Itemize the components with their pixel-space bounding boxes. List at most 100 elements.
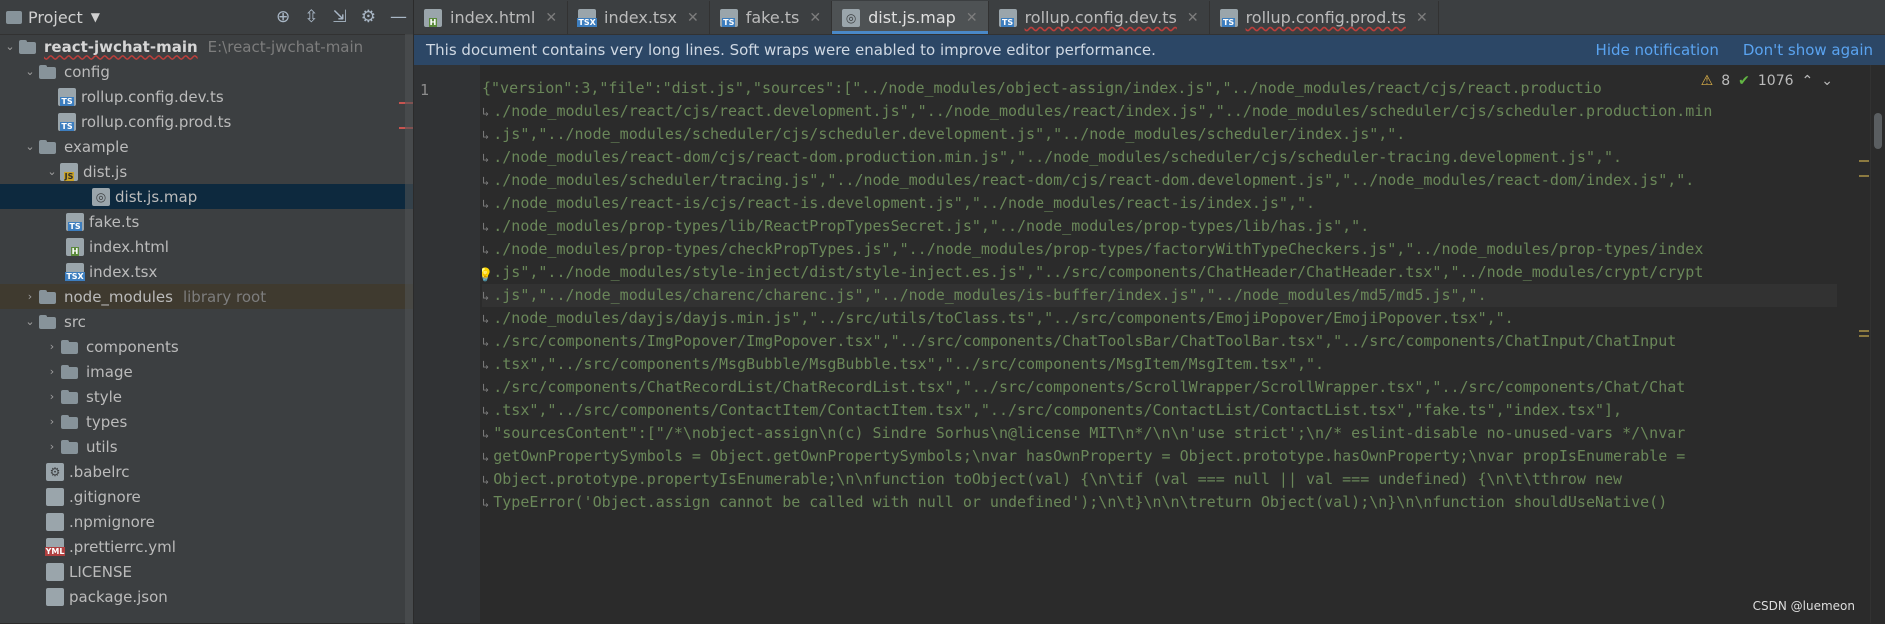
json-file-icon [46,587,64,606]
hide-notification-link[interactable]: Hide notification [1596,41,1719,59]
project-title[interactable]: Project [28,8,83,27]
tree-item-rollup-dev[interactable]: TS rollup.config.dev.ts [0,84,413,109]
tree-item-label: dist.js.map [115,187,198,206]
chevron-down-icon[interactable]: ⌄ [44,165,60,178]
tree-item-dist-js-map[interactable]: ◎ dist.js.map [0,184,413,209]
tab-index-tsx[interactable]: TSX index.tsx ✕ [568,1,710,34]
close-icon[interactable]: ✕ [1187,10,1199,26]
tree-root[interactable]: ⌄ react-jwchat-main E:\react-jwchat-main [0,34,413,59]
code-line[interactable]: ↳ 💡 .js","../node_modules/style-inject/dis… [482,261,1837,284]
tree-item-gitignore[interactable]: .gitignore [0,484,413,509]
code-line[interactable]: ↳ ./src/components/ChatRecordList/ChatRec… [482,376,1837,399]
collapse-all-icon[interactable]: ⇲ [333,7,347,27]
close-icon[interactable]: ✕ [1416,10,1428,26]
soft-wrap-icon: ↳ [482,358,490,372]
chevron-down-icon[interactable]: ⌄ [22,315,38,328]
tab-label: fake.ts [745,8,800,27]
chevron-down-icon[interactable]: ▼ [91,10,100,24]
soft-wrap-icon: ↳ [482,151,490,165]
tree-item-image[interactable]: › image [0,359,413,384]
chevron-down-icon[interactable]: ⌄ [2,40,18,53]
tab-index-html[interactable]: H index.html ✕ [414,1,569,34]
lightbulb-icon[interactable]: 💡 [482,264,493,284]
code-view[interactable]: 1 {"version":3,"file":"dist.js","sources… [414,65,1885,623]
code-line[interactable]: ↳ .js","../node_modules/charenc/charenc.j… [482,284,1837,307]
chevron-right-icon[interactable]: › [22,290,38,303]
close-icon[interactable]: ✕ [966,10,978,26]
tree-item-dist-js[interactable]: ⌄ JS dist.js [0,159,413,184]
error-stripe-mark[interactable] [1859,330,1869,332]
tree-item-example[interactable]: ⌄ example [0,134,413,159]
tree-item-types[interactable]: › types [0,409,413,434]
editor-scrollbar[interactable] [1870,65,1885,623]
code-line[interactable]: ↳ .js","../node_modules/scheduler/cjs/sch… [482,123,1837,146]
chevron-down-icon[interactable]: ⌄ [22,65,38,78]
tree-item-fake-ts[interactable]: TS fake.ts [0,209,413,234]
code-line[interactable]: ↳ Object.prototype.propertyIsEnumerable;\… [482,468,1837,491]
chevron-up-icon[interactable]: ⌃ [1802,73,1814,89]
tree-item-prettierrc[interactable]: YML .prettierrc.yml [0,534,413,559]
folder-icon [38,314,58,329]
error-stripe-mark[interactable] [1859,175,1869,177]
tree-item-license[interactable]: LICENSE [0,559,413,584]
gear-icon[interactable]: ⚙ [361,7,376,27]
close-icon[interactable]: ✕ [687,10,699,26]
error-stripe-mark[interactable] [1859,160,1869,162]
scrollbar-thumb[interactable] [1874,113,1882,149]
chevron-down-icon[interactable]: ⌄ [1821,73,1833,89]
tree-item-src[interactable]: ⌄ src [0,309,413,334]
code-line[interactable]: ↳ ./node_modules/react-is/cjs/react-is.de… [482,192,1837,215]
code-line[interactable]: ↳ .tsx","../src/components/ContactItem/Co… [482,399,1837,422]
tree-item-babelrc[interactable]: ⚙ .babelrc [0,459,413,484]
code-line[interactable]: ↳ .tsx","../src/components/MsgBubble/MsgB… [482,353,1837,376]
close-icon[interactable]: ✕ [809,10,821,26]
locate-icon[interactable]: ⊕ [276,7,290,27]
minimize-icon[interactable]: — [390,7,407,27]
chevron-right-icon[interactable]: › [44,365,60,378]
tree-item-style[interactable]: › style [0,384,413,409]
code-line[interactable]: ↳ ./node_modules/prop-types/lib/ReactProp… [482,215,1837,238]
code-line[interactable]: ↳ ./src/components/ImgPopover/ImgPopover.… [482,330,1837,353]
tree-item-index-tsx[interactable]: TSX index.tsx [0,259,413,284]
tree-item-utils[interactable]: › utils [0,434,413,459]
tree-item-label: index.tsx [89,262,158,281]
code-text: .tsx","../src/components/MsgBubble/MsgBu… [493,355,1325,373]
inspection-status[interactable]: ⚠ 8 ✔ 1076 ⌃ ⌄ [1696,73,1837,89]
chevron-down-icon[interactable]: ⌄ [22,140,38,153]
tab-fake-ts[interactable]: TS fake.ts ✕ [710,1,833,34]
code-line[interactable]: ↳ ./node_modules/prop-types/checkPropType… [482,238,1837,261]
chevron-right-icon[interactable]: › [44,340,60,353]
tree-item-components[interactable]: › components [0,334,413,359]
code-line[interactable]: ↳ TypeError('Object.assign cannot be call… [482,491,1837,514]
tree-item-npmignore[interactable]: .npmignore [0,509,413,534]
close-icon[interactable]: ✕ [545,10,557,26]
chevron-right-icon[interactable]: › [44,440,60,453]
dont-show-again-link[interactable]: Don't show again [1743,41,1873,59]
expand-all-icon[interactable]: ⇳ [304,7,318,27]
tree-item-node-modules[interactable]: › node_modules library root [0,284,413,309]
tree-item-config[interactable]: ⌄ config [0,59,413,84]
code-line[interactable]: ↳ ./node_modules/dayjs/dayjs.min.js","../… [482,307,1837,330]
tree-item-rollup-prod[interactable]: TS rollup.config.prod.ts [0,109,413,134]
tree-item-label: src [64,312,86,331]
soft-wrap-icon: ↳ [482,381,490,395]
tab-dist-js-map[interactable]: ◎ dist.js.map ✕ [832,1,989,34]
project-scrollbar[interactable] [405,34,413,624]
code-line[interactable]: ↳ ./node_modules/scheduler/tracing.js",".… [482,169,1837,192]
tree-item-index-html[interactable]: H index.html [0,234,413,259]
typescript-file-icon: TS [66,212,84,231]
code-lines[interactable]: {"version":3,"file":"dist.js","sources":… [482,77,1837,623]
tab-rollup-prod[interactable]: TS rollup.config.prod.ts ✕ [1210,1,1439,34]
code-line[interactable]: {"version":3,"file":"dist.js","sources":… [482,77,1837,100]
tab-rollup-dev[interactable]: TS rollup.config.dev.ts ✕ [989,1,1210,34]
chevron-right-icon[interactable]: › [44,390,60,403]
chevron-right-icon[interactable]: › [44,415,60,428]
tab-label: index.tsx [604,8,677,27]
error-stripe-mark[interactable] [1859,335,1869,337]
code-line[interactable]: ↳ getOwnPropertySymbols = Object.getOwnPr… [482,445,1837,468]
code-line[interactable]: ↳ ./node_modules/react-dom/cjs/react-dom.… [482,146,1837,169]
code-line[interactable]: ↳ "sourcesContent":["/*\nobject-assign\n(… [482,422,1837,445]
text-file-icon [46,562,64,581]
tree-item-package-json[interactable]: package.json [0,584,413,609]
code-line[interactable]: ↳ ./node_modules/react/cjs/react.developm… [482,100,1837,123]
